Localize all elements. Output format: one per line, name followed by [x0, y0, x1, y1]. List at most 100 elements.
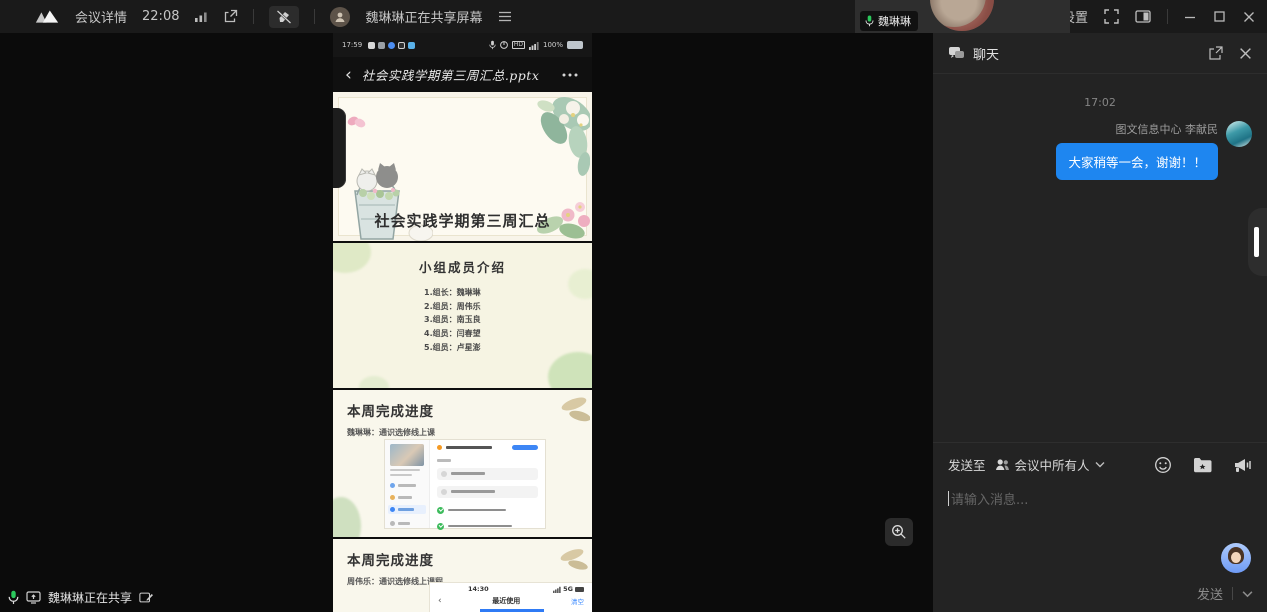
- app-badge-icon: [388, 42, 395, 49]
- panel-collapse-handle[interactable]: [1248, 208, 1267, 276]
- member-item: 4.组员：闫春望: [424, 327, 481, 341]
- message-bubble[interactable]: 大家稍等一会，谢谢！！: [1056, 143, 1218, 180]
- meeting-timer: 22:08: [142, 9, 179, 24]
- slide-4-progress[interactable]: 本周完成进度 周伟乐：通识选修线上课程 14:30 5G ‹ 最近使用 清空: [333, 539, 592, 612]
- network-label: 5G: [563, 585, 573, 593]
- send-to-value: 会议中所有人: [1015, 455, 1090, 474]
- presenter-mini-avatar: [330, 7, 350, 27]
- fullscreen-button[interactable]: [1104, 9, 1119, 24]
- zoom-in-button[interactable]: [885, 518, 913, 546]
- slide-4-subtitle: 周伟乐：通识选修线上课程: [347, 576, 443, 587]
- slide-1-title: 社会实践学期第三周汇总: [333, 210, 592, 231]
- divider: [1167, 9, 1168, 24]
- slide-2-title: 小组成员介绍: [333, 257, 592, 276]
- slide-2-members[interactable]: 小组成员介绍 1.组长：魏琳琳2.组员：周伟乐3.组员：南玉良4.组员：闫春望5…: [333, 243, 592, 388]
- sender-avatar[interactable]: [1226, 121, 1252, 147]
- more-options-icon[interactable]: [562, 73, 578, 77]
- share-link-icon[interactable]: [223, 9, 238, 24]
- chat-message: 图文信息中心 李献民 大家稍等一会，谢谢！！: [948, 121, 1252, 180]
- leaf-blob-decoration: [359, 376, 389, 388]
- floral-corner-decoration: [506, 94, 590, 186]
- divider: [1232, 587, 1233, 600]
- announcement-button[interactable]: [1233, 457, 1252, 473]
- maximize-button[interactable]: [1214, 11, 1225, 22]
- clear-action-label: 清空: [571, 596, 584, 606]
- minimize-button[interactable]: [1184, 11, 1196, 23]
- shared-screen: 17:59 HD 100% ‹ 社会实践学期第三周汇总.pptx: [333, 33, 592, 612]
- chat-header: 聊天: [933, 33, 1267, 74]
- hamburger-menu-icon[interactable]: [498, 11, 512, 22]
- course-thumbnail: [390, 444, 424, 466]
- sharing-status-text: 魏琳琳正在共享: [48, 589, 132, 606]
- sharing-banner-text: 魏琳琳正在共享屏幕: [365, 7, 482, 26]
- popout-icon[interactable]: [1208, 46, 1223, 61]
- app-badge-icon: [378, 42, 385, 49]
- meeting-window: 会议详情 22:08 魏琳琳正在共享屏幕 设置: [0, 0, 1267, 612]
- presenter-video-thumbnail[interactable]: 魏琳琳: [855, 0, 1070, 33]
- text-caret: [948, 491, 949, 506]
- course-app-screenshot: [385, 440, 545, 528]
- phone-side-handle[interactable]: [333, 108, 346, 188]
- chat-title: 聊天: [973, 44, 999, 63]
- back-icon[interactable]: ‹: [345, 68, 352, 82]
- layout-toggle-button[interactable]: [1135, 10, 1151, 23]
- leaf-decoration: [544, 392, 590, 426]
- phone-notification-icons: [368, 42, 415, 49]
- chat-panel: 聊天 17:02 图文信息中心 李献民 大家稍等一会，谢谢！！ 发送至: [933, 33, 1267, 612]
- leaf-blob-decoration: [548, 352, 592, 388]
- message-sender: 图文信息中心 李献民: [1116, 121, 1219, 137]
- slide-3-title: 本周完成进度: [347, 400, 434, 420]
- send-options-chevron-icon[interactable]: [1242, 590, 1253, 598]
- app-badge-icon: [368, 42, 375, 49]
- app-badge-icon: [408, 42, 415, 49]
- slide-2-member-list: 1.组长：魏琳琳2.组员：周伟乐3.组员：南玉良4.组员：闫春望5.组员：卢星澎: [424, 286, 481, 355]
- presenter-name: 魏琳琳: [878, 13, 911, 29]
- member-item: 5.组员：卢星澎: [424, 341, 481, 355]
- battery-icon: [575, 587, 584, 592]
- battery-icon: [567, 41, 583, 49]
- file-button[interactable]: [1193, 457, 1212, 473]
- sharing-status-bar: 魏琳琳正在共享: [8, 589, 153, 606]
- chevron-down-icon: [1095, 461, 1105, 468]
- network-signal-icon[interactable]: [194, 11, 208, 23]
- top-bar: 会议详情 22:08 魏琳琳正在共享屏幕 设置: [0, 0, 1267, 33]
- mic-in-use-icon: [489, 40, 496, 50]
- slide-4-title: 本周完成进度: [347, 549, 434, 569]
- chat-message-list[interactable]: 17:02 图文信息中心 李献民 大家稍等一会，谢谢！！: [933, 74, 1267, 442]
- hd-icon: HD: [512, 41, 525, 49]
- annotation-pen-icon[interactable]: [139, 591, 153, 604]
- alarm-icon: [500, 41, 508, 49]
- people-icon: [995, 458, 1010, 471]
- microphone-icon: [865, 15, 874, 27]
- cell-signal-icon: [529, 41, 539, 50]
- member-item: 2.组员：周伟乐: [424, 300, 481, 314]
- close-button[interactable]: [1243, 11, 1255, 23]
- screenshot-sidebar: [385, 440, 430, 528]
- phone-status-bar: 17:59 HD 100%: [333, 33, 592, 57]
- slide-3-progress[interactable]: 本周完成进度 魏琳琳：通识选修线上课: [333, 390, 592, 537]
- input-placeholder: 请输入消息...: [951, 489, 1028, 508]
- divider: [253, 9, 254, 24]
- message-input[interactable]: 请输入消息...: [948, 489, 1252, 508]
- document-title-bar: ‹ 社会实践学期第三周汇总.pptx: [333, 57, 592, 92]
- close-chat-icon[interactable]: [1239, 47, 1252, 60]
- microphone-icon[interactable]: [8, 590, 19, 605]
- phone-clock: 17:59: [342, 41, 362, 49]
- screenshot-clock: 14:30: [468, 585, 489, 593]
- app-logo-icon: [34, 9, 60, 25]
- annotation-disabled-button[interactable]: [269, 6, 299, 28]
- send-to-selector[interactable]: 会议中所有人: [995, 455, 1105, 474]
- slide-1-cover[interactable]: 社会实践学期第三周汇总: [333, 92, 592, 241]
- member-item: 3.组员：南玉良: [424, 313, 481, 327]
- screen-share-icon[interactable]: [26, 591, 41, 604]
- check-icon: [437, 523, 444, 530]
- leaf-blob-decoration: [333, 497, 361, 537]
- send-to-label: 发送至: [948, 455, 986, 474]
- presenter-avatar: [930, 0, 994, 31]
- document-title: 社会实践学期第三周汇总.pptx: [362, 65, 540, 84]
- send-button[interactable]: 发送: [1197, 584, 1223, 603]
- app-badge-icon: [398, 42, 405, 49]
- meeting-detail-button[interactable]: 会议详情: [75, 7, 127, 26]
- self-avatar[interactable]: [1221, 543, 1251, 573]
- emoji-button[interactable]: [1154, 456, 1172, 474]
